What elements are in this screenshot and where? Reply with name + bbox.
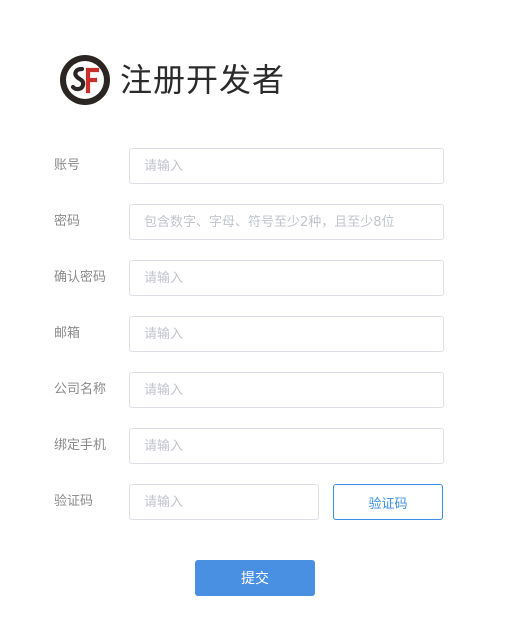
form-row-confirm-password: 确认密码 <box>0 260 511 296</box>
password-input[interactable] <box>129 204 444 240</box>
email-input[interactable] <box>129 316 444 352</box>
email-label: 邮箱 <box>54 326 81 341</box>
company-label: 公司名称 <box>54 382 107 397</box>
form-row-phone: 绑定手机 <box>0 428 511 464</box>
register-page: SF 注册开发者 账号 密码 确认密码 邮箱 公司名称 绑定手机 验证码 验证码… <box>0 0 511 642</box>
sf-logo: SF <box>58 53 110 105</box>
confirm-password-label: 确认密码 <box>54 270 107 285</box>
phone-input[interactable] <box>129 428 444 464</box>
company-input[interactable] <box>129 372 444 408</box>
confirm-password-input[interactable] <box>129 260 444 296</box>
page-header: SF 注册开发者 <box>58 52 285 108</box>
verify-code-label: 验证码 <box>54 494 94 509</box>
sf-logo-text: SF <box>58 53 60 54</box>
form-row-password: 密码 <box>0 204 511 240</box>
get-verify-code-button[interactable]: 验证码 <box>333 484 443 520</box>
form-row-account: 账号 <box>0 148 511 184</box>
verify-code-input[interactable] <box>129 484 319 520</box>
page-title: 注册开发者 <box>120 61 286 99</box>
account-label: 账号 <box>54 158 81 173</box>
phone-label: 绑定手机 <box>54 438 107 453</box>
form-row-email: 邮箱 <box>0 316 511 352</box>
form-row-verify-code: 验证码 验证码 <box>0 484 511 520</box>
account-input[interactable] <box>129 148 444 184</box>
submit-button[interactable]: 提交 <box>195 560 315 596</box>
form-row-company: 公司名称 <box>0 372 511 408</box>
password-label: 密码 <box>54 214 81 229</box>
